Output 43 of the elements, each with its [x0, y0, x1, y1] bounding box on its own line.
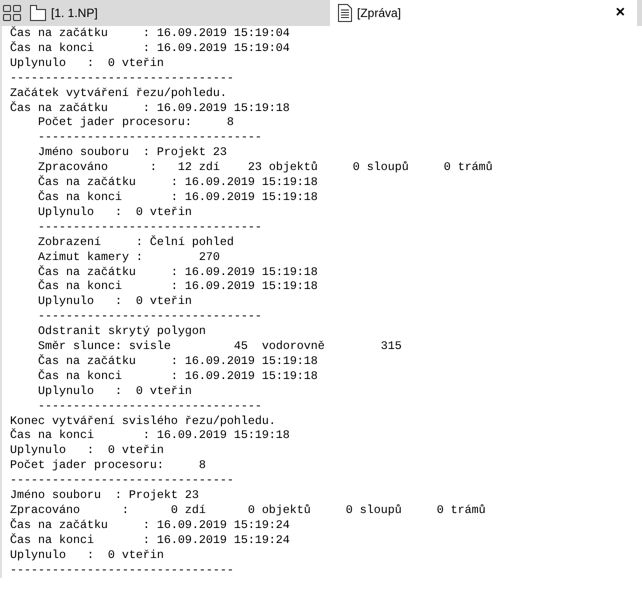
- close-button[interactable]: ×: [616, 5, 625, 21]
- floor-plan-icon: [30, 5, 46, 21]
- log-line: Čas na konci : 16.09.2019 15:19:18: [38, 368, 318, 384]
- separator-line: --------------------------------: [10, 70, 234, 86]
- log-line: Zobrazení : Čelní pohled: [38, 234, 234, 250]
- log-line: Zpracováno : 0 zdí 0 objektů 0 sloupů 0 trámů: [10, 503, 486, 518]
- log-line: Čas na začátku : 16.09.2019 15:19:18: [38, 264, 318, 279]
- separator-line: --------------------------------: [38, 220, 262, 235]
- log-line: Počet jader procesoru: 8: [10, 458, 206, 474]
- log-line: Uplynulo : 0 vteřin: [38, 294, 192, 310]
- log-line: Čas na konci : 16.09.2019 15:19:18: [10, 428, 290, 444]
- log-line: Počet jader procesoru: 8: [38, 115, 234, 130]
- separator-line: --------------------------------: [10, 473, 234, 488]
- separator-line: --------------------------------: [10, 562, 234, 578]
- grid-icon[interactable]: [3, 5, 21, 21]
- document-icon: [338, 4, 352, 22]
- log-line: Začátek vytváření řezu/pohledu.: [10, 86, 227, 101]
- log-line: Čas na konci : 16.09.2019 15:19:18: [38, 190, 318, 205]
- log-line: Čas na začátku : 16.09.2019 15:19:18: [38, 175, 318, 190]
- log-line: Čas na začátku : 16.09.2019 15:19:18: [10, 100, 290, 116]
- log-line: Čas na konci : 16.09.2019 15:19:04: [10, 40, 290, 56]
- log-line: Čas na začátku : 16.09.2019 15:19:24: [10, 518, 290, 533]
- log-line: Uplynulo : 0 vteřin: [38, 204, 192, 220]
- log-line: Odstranit skrytý polygon: [38, 324, 206, 340]
- log-line: Uplynulo : 0 vteřin: [10, 443, 164, 458]
- log-line: Jméno souboru : Projekt 23: [10, 488, 199, 503]
- separator-line: --------------------------------: [38, 130, 262, 146]
- log-line: Konec vytváření svislého řezu/pohledu.: [10, 414, 276, 428]
- log-line: Jméno souboru : Projekt 23: [38, 145, 227, 160]
- log-line: Uplynulo : 0 vteřin: [10, 548, 164, 563]
- separator-line: --------------------------------: [38, 398, 262, 414]
- log-line: Azimut kamery : 270: [38, 250, 220, 264]
- tab[interactable]: [Zpráva] ×: [330, 0, 637, 26]
- log-line: Čas na začátku : 16.09.2019 15:19:04: [10, 26, 290, 41]
- log-line: Čas na konci : 16.09.2019 15:19:18: [38, 279, 318, 294]
- log-line: Směr slunce: svisle 45 vodorovně 315: [38, 339, 402, 354]
- log-line: Uplynulo : 0 vteřin: [10, 56, 164, 71]
- tab[interactable]: [1. 1.NP]: [30, 0, 98, 26]
- separator-line: --------------------------------: [38, 309, 262, 324]
- log-line: Zpracováno : 12 zdí 23 objektů 0 sloupů 0 trámů: [38, 160, 493, 175]
- log-line: Čas na začátku : 16.09.2019 15:19:18: [38, 354, 318, 369]
- log-line: Uplynulo : 0 vteřin: [38, 384, 192, 399]
- log-line: Čas na konci : 16.09.2019 15:19:24: [10, 532, 290, 548]
